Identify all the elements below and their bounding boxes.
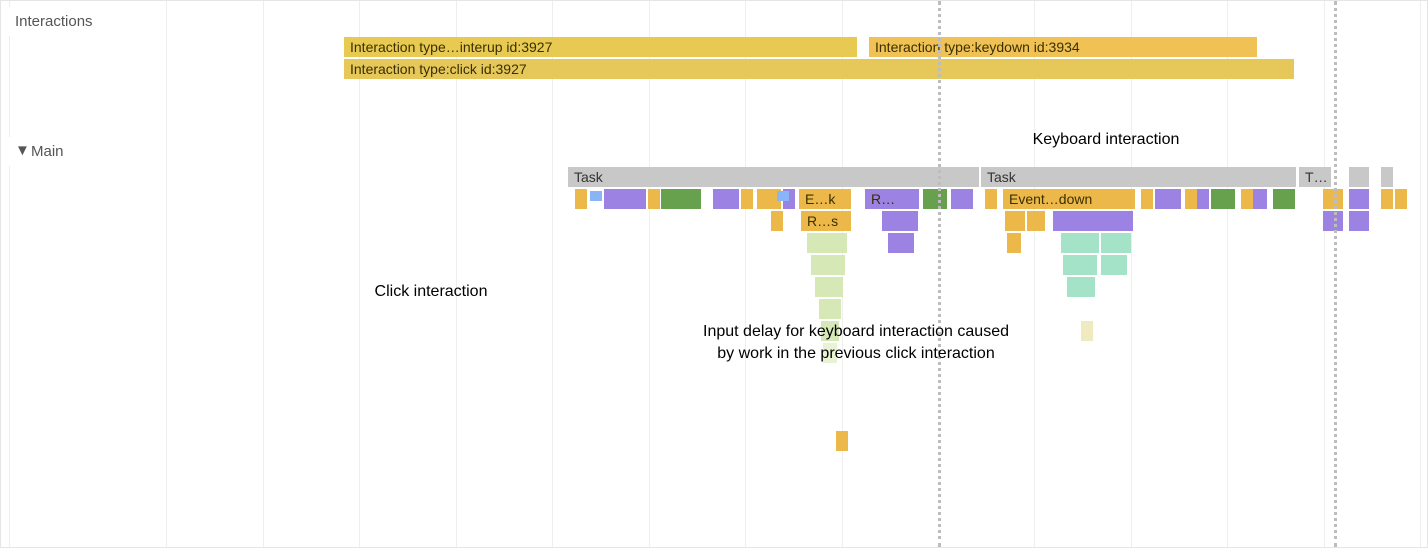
flame-r-s[interactable]: R…s	[801, 211, 851, 231]
grid-line	[552, 1, 553, 547]
flame-block[interactable]	[1253, 189, 1267, 209]
flame-block[interactable]	[985, 189, 997, 209]
interaction-event-click[interactable]: Interaction type:click id:3927	[344, 59, 1294, 79]
grid-line	[9, 1, 10, 547]
flame-block[interactable]	[1241, 189, 1253, 209]
flame-block[interactable]	[1211, 189, 1235, 209]
flame-event-down[interactable]: Event…down	[1003, 189, 1135, 209]
flame-block[interactable]	[888, 233, 914, 253]
flame-block[interactable]	[811, 255, 845, 275]
flame-block[interactable]	[757, 189, 769, 209]
flame-block[interactable]	[1349, 211, 1369, 231]
grid-line	[649, 1, 650, 547]
flame-block[interactable]	[1323, 211, 1343, 231]
grid-line	[1034, 1, 1035, 547]
flame-block[interactable]	[1101, 233, 1131, 253]
annotation-input-delay: Input delay for keyboard interaction cau…	[701, 321, 1011, 364]
flame-block[interactable]	[1323, 189, 1343, 209]
flame-block[interactable]	[1067, 277, 1095, 297]
annotation-keyboard: Keyboard interaction	[981, 129, 1231, 151]
interaction-event-keydown[interactable]: Interaction type:keydown id:3934	[869, 37, 1257, 57]
annotation-click: Click interaction	[311, 281, 551, 303]
flame-r-[interactable]: R…	[865, 189, 919, 209]
flame-block[interactable]	[1005, 211, 1025, 231]
flame-block[interactable]	[741, 189, 753, 209]
grid-line	[1420, 1, 1421, 547]
grid-line	[166, 1, 167, 547]
flame-block[interactable]	[819, 299, 841, 319]
flame-block[interactable]	[575, 189, 587, 209]
flame-block[interactable]	[713, 189, 739, 209]
flame-block[interactable]	[648, 189, 660, 209]
grid-line	[456, 1, 457, 547]
time-marker-dotted	[938, 1, 941, 547]
flame-block[interactable]	[1381, 189, 1393, 209]
flame-block[interactable]	[1141, 189, 1153, 209]
performance-flamechart[interactable]: Interactions ▼Main Interaction type…inte…	[0, 0, 1428, 548]
flame-block[interactable]	[1349, 167, 1369, 187]
flame-block[interactable]	[815, 277, 843, 297]
flame-block[interactable]	[836, 431, 848, 451]
flame-block[interactable]	[807, 233, 847, 253]
flame-block[interactable]	[1185, 189, 1197, 209]
flame-block[interactable]	[923, 189, 947, 209]
flame-marker	[777, 191, 789, 201]
time-marker-dotted	[1334, 1, 1337, 547]
flame-block[interactable]	[821, 321, 839, 341]
flame-block[interactable]	[951, 189, 973, 209]
grid-line	[1227, 1, 1228, 547]
flame-block[interactable]	[1101, 255, 1127, 275]
flame-block[interactable]	[1273, 189, 1295, 209]
flame-block[interactable]	[1381, 167, 1393, 187]
flame-block[interactable]	[1155, 189, 1181, 209]
flame-block[interactable]	[771, 211, 783, 231]
flame-task[interactable]: Task	[981, 167, 1296, 187]
flame-block[interactable]	[1081, 321, 1093, 341]
flame-block[interactable]	[1053, 211, 1133, 231]
track-label-main[interactable]: ▼Main	[1, 137, 161, 166]
flame-block[interactable]	[1007, 233, 1021, 253]
flame-t-[interactable]: T…	[1299, 167, 1331, 187]
grid-line	[263, 1, 264, 547]
flame-block[interactable]	[882, 211, 918, 231]
grid-line	[359, 1, 360, 547]
flame-block[interactable]	[1349, 189, 1369, 209]
flame-block[interactable]	[604, 189, 646, 209]
flame-task[interactable]: Task	[568, 167, 979, 187]
flame-block[interactable]	[1027, 211, 1045, 231]
flame-block[interactable]	[1197, 189, 1209, 209]
chevron-down-icon: ▼	[15, 142, 25, 159]
flame-block[interactable]	[1395, 189, 1407, 209]
grid-line	[1324, 1, 1325, 547]
grid-line	[1131, 1, 1132, 547]
flame-block[interactable]	[1063, 255, 1097, 275]
track-label-interactions: Interactions	[1, 7, 161, 36]
interaction-event-pointerup[interactable]: Interaction type…interup id:3927	[344, 37, 857, 57]
flame-e-k[interactable]: E…k	[799, 189, 851, 209]
grid-line	[745, 1, 746, 547]
flame-block[interactable]	[1061, 233, 1099, 253]
flame-marker	[590, 191, 602, 201]
flame-block[interactable]	[661, 189, 701, 209]
flame-block[interactable]	[823, 343, 837, 363]
